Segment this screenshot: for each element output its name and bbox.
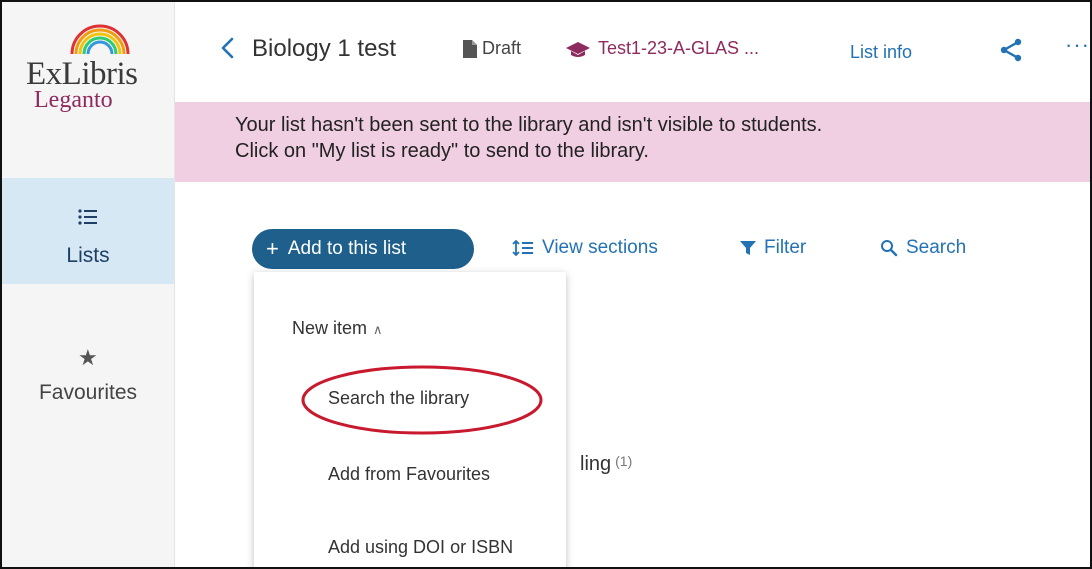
section-heading-fragment: ling (1) [580, 453, 632, 476]
banner-line-1: Your list hasn't been sent to the librar… [235, 114, 823, 136]
add-to-list-label: Add to this list [287, 238, 407, 259]
search-button[interactable]: Search [880, 237, 966, 259]
share-icon[interactable] [999, 38, 1023, 62]
filter-button[interactable]: Filter [740, 237, 806, 259]
page-title: Biology 1 test [252, 35, 397, 62]
status-badge: Draft [482, 38, 522, 58]
filter-label: Filter [764, 237, 807, 258]
rainbow-arc-icon [70, 24, 130, 54]
sidebar: ExLibris Leganto Lists ★ Favourites [2, 2, 175, 567]
document-icon [463, 40, 477, 58]
sidebar-item-label: Favourites [38, 381, 138, 404]
view-sections-button[interactable]: View sections [512, 237, 658, 259]
sidebar-item-label: Lists [66, 244, 110, 267]
exlibris-leganto-logo[interactable]: ExLibris Leganto [2, 2, 174, 178]
course-link[interactable]: Test1-23-A-GLAS ... [598, 38, 759, 59]
list-icon [78, 209, 97, 225]
list-info-link[interactable]: List info [850, 42, 912, 63]
star-icon: ★ [78, 345, 98, 370]
view-sections-label: View sections [542, 237, 658, 258]
menu-item-add-from-favourites[interactable]: Add from Favourites [328, 464, 490, 485]
sort-list-icon [512, 240, 533, 256]
new-item-header[interactable]: New item ∧ [292, 318, 383, 339]
draft-notice-banner: Your list hasn't been sent to the librar… [175, 102, 1090, 182]
new-item-label: New item [292, 318, 368, 338]
chevron-up-icon: ∧ [373, 322, 383, 337]
filter-icon [740, 241, 756, 255]
search-label: Search [906, 237, 967, 258]
item-count: (1) [615, 453, 633, 469]
sidebar-item-favourites[interactable]: ★ Favourites [2, 337, 174, 417]
highlight-oval [301, 365, 543, 435]
back-chevron-icon[interactable] [218, 36, 238, 60]
product-name: Leganto [34, 87, 113, 113]
sidebar-item-lists[interactable]: Lists [2, 178, 174, 284]
plus-icon: + [266, 236, 279, 261]
app-window: ExLibris Leganto Lists ★ Favourites Biol… [0, 0, 1092, 569]
search-icon [881, 240, 898, 257]
section-name-fragment: ling [580, 453, 612, 475]
more-options-icon[interactable]: ··· [1065, 32, 1090, 58]
menu-item-add-doi-isbn[interactable]: Add using DOI or ISBN [328, 537, 513, 558]
banner-line-2: Click on "My list is ready" to send to t… [235, 140, 649, 162]
graduation-cap-icon [566, 42, 590, 57]
add-to-list-button[interactable]: + Add to this list [252, 229, 474, 269]
list-header: Biology 1 test Draft Test1-23-A-GLAS ...… [175, 2, 1090, 102]
